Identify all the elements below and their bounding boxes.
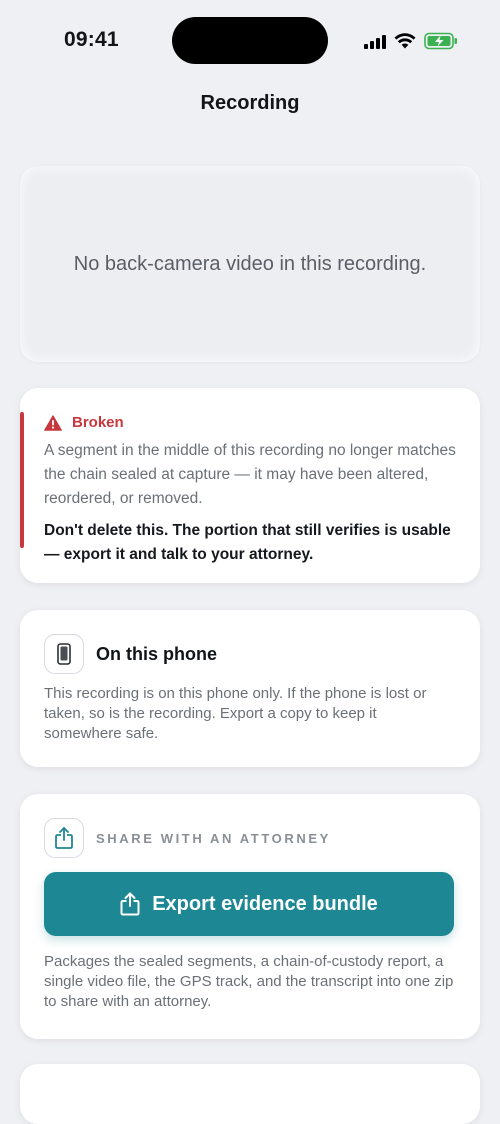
integrity-description: A segment in the middle of this recordin… [44,442,456,507]
phone-icon-box [44,634,84,674]
status-time: 09:41 [64,28,119,51]
dynamic-island [172,17,328,64]
share-icon [55,827,73,849]
wifi-icon [394,33,416,49]
warning-triangle-icon [44,414,62,431]
storage-title: On this phone [96,643,217,664]
storage-description: This recording is on this phone only. If… [44,685,427,742]
warning-accent-bar [20,412,24,548]
share-description: Packages the sealed segments, a chain-of… [44,953,454,1010]
video-placeholder: No back-camera video in this recording. [20,166,480,362]
cellular-signal-icon [364,34,386,49]
share-section-label: SHARE WITH AN ATTORNEY [96,830,331,846]
export-icon [120,892,140,916]
export-button-label: Export evidence bundle [152,892,378,915]
integrity-status: Broken [72,414,124,431]
phone-icon [57,643,71,665]
video-empty-message: No back-camera video in this recording. [73,252,427,275]
status-icons [364,30,458,52]
export-evidence-button[interactable]: Export evidence bundle [44,872,454,936]
status-bar: 09:41 [0,0,500,80]
next-card [20,1064,480,1124]
integrity-advice: Don't delete this. The portion that stil… [44,522,451,563]
share-card: SHARE WITH AN ATTORNEY Export evidence b… [20,794,480,1039]
battery-charging-icon [424,32,457,50]
share-icon-box [44,818,84,858]
storage-card: On this phone This recording is on this … [20,610,480,767]
integrity-warning-card: Broken A segment in the middle of this r… [20,388,480,583]
page-title: Recording [200,92,300,114]
